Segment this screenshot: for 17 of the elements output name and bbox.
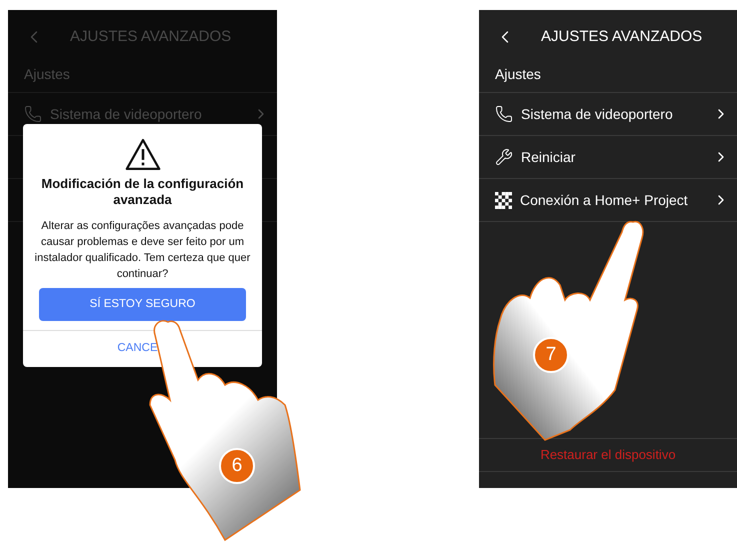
wrench-icon xyxy=(495,148,513,166)
settings-row[interactable]: Reiniciar xyxy=(479,136,737,179)
confirm-button[interactable]: SÍ ESTOY SEGURO xyxy=(39,288,246,321)
qr-code-icon xyxy=(495,192,512,208)
cancel-button[interactable]: CANCE xyxy=(117,340,158,358)
phone-icon xyxy=(495,105,513,123)
screen-title: AJUSTES AVANZADOS xyxy=(541,26,702,47)
warning-icon xyxy=(124,138,160,171)
restore-device-link[interactable]: Restaurar el dispositivo xyxy=(540,445,676,465)
screen-title: AJUSTES AVANZADOS xyxy=(70,26,232,47)
phone-icon xyxy=(24,105,42,123)
dialog-title: Modificación de la configuración avanzada xyxy=(40,176,245,208)
settings-row[interactable]: Sistema de videoportero xyxy=(479,93,737,136)
section-label: Ajustes xyxy=(24,66,70,82)
dialog-message: Alterar as configurações avançadas pode causar problemas e deve ser feito por um instalador qualificado. Tem certeza que quer continuar? xyxy=(34,219,252,282)
settings-row[interactable]: Conexión a Home+ Project xyxy=(479,179,737,222)
section-label: Ajustes xyxy=(495,66,541,82)
